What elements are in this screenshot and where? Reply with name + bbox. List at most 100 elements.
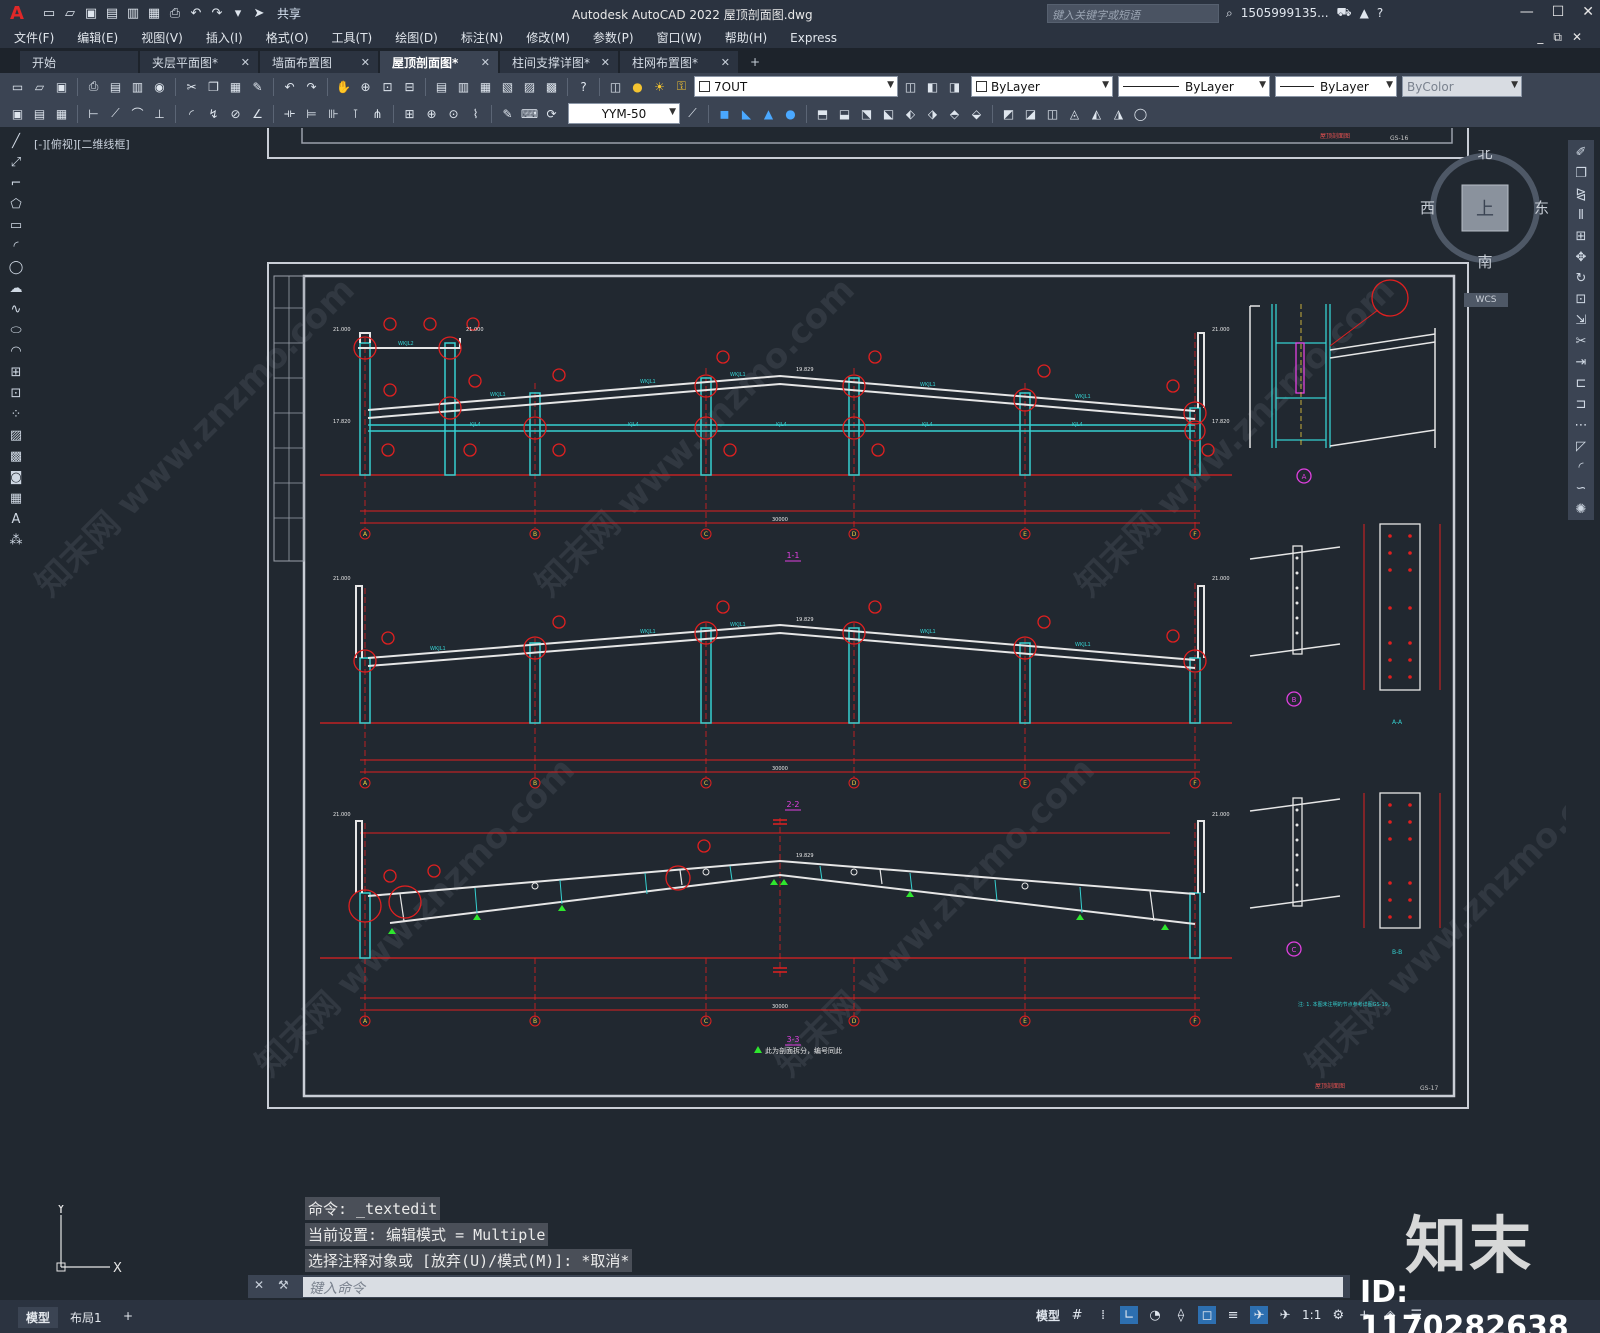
menu-help[interactable]: 帮助(H)	[725, 29, 767, 46]
minimize-icon[interactable]: —	[1520, 4, 1534, 20]
match-prop-icon[interactable]: ✎	[248, 77, 267, 96]
share-icon[interactable]: ➤	[250, 5, 268, 23]
hatch-icon[interactable]: ▨	[7, 426, 25, 444]
presspull-icon[interactable]: ⬓	[835, 104, 854, 123]
annotation-scale[interactable]: 1:1	[1302, 1308, 1321, 1322]
close-icon[interactable]: ✕	[361, 56, 370, 69]
cut-icon[interactable]: ✂	[182, 77, 201, 96]
zoom-previous-icon[interactable]: ⊟	[400, 77, 419, 96]
detail-c[interactable]: C B-B	[1249, 792, 1441, 957]
make-block-icon[interactable]: ▤	[30, 104, 49, 123]
layer-previous-icon[interactable]: ◧	[923, 77, 942, 96]
autocad-logo-icon[interactable]: A	[0, 0, 34, 27]
wedge-icon[interactable]: ◣	[737, 104, 756, 123]
tolerance-icon[interactable]: ⊞	[400, 104, 419, 123]
annotation-visibility-icon[interactable]: ✈	[1250, 1306, 1269, 1324]
menu-parametric[interactable]: 参数(P)	[593, 29, 634, 46]
undo-icon[interactable]: ↶	[187, 5, 205, 23]
menu-modify[interactable]: 修改(M)	[526, 29, 570, 46]
intersect-icon[interactable]: ⬙	[967, 104, 986, 123]
thicken-icon[interactable]: ◪	[1021, 104, 1040, 123]
layer-on-icon[interactable]: ●	[628, 77, 647, 96]
construction-line-icon[interactable]: ⤢	[7, 153, 25, 171]
section-plane-icon[interactable]: ◫	[1043, 104, 1062, 123]
open-file-icon[interactable]: ▱	[61, 5, 79, 23]
close-icon[interactable]: ✕	[254, 1278, 264, 1292]
auto-scale-icon[interactable]: ✈	[1276, 1306, 1294, 1324]
menu-draw[interactable]: 绘图(D)	[395, 29, 438, 46]
quick-dim-icon[interactable]: ⟛	[280, 104, 299, 123]
lineweight-dropdown[interactable]: ByLayer ▼	[1275, 76, 1397, 97]
close-icon[interactable]: ✕	[601, 56, 610, 69]
save-icon[interactable]: ▣	[52, 77, 71, 96]
add-layout-icon[interactable]: +	[115, 1307, 141, 1325]
rectangle-icon[interactable]: ▭	[7, 216, 25, 234]
subtract-icon[interactable]: ⬘	[945, 104, 964, 123]
union-icon[interactable]: ⬗	[923, 104, 942, 123]
search-input[interactable]: 键入关键字或短语	[1047, 4, 1219, 23]
plot-icon[interactable]: ⎙	[84, 77, 103, 96]
offset-icon[interactable]: ⫴	[1572, 206, 1590, 224]
customize-icon[interactable]: ⚒	[278, 1278, 289, 1292]
add-selected-icon[interactable]: ⁂	[7, 531, 25, 549]
trim-icon[interactable]: ✂	[1572, 332, 1590, 350]
diameter-dim-icon[interactable]: ⊘	[226, 104, 245, 123]
color-dropdown[interactable]: ByLayer ▼	[971, 76, 1113, 97]
continue-dim-icon[interactable]: ⊪	[324, 104, 343, 123]
blend-icon[interactable]: ∽	[1572, 479, 1590, 497]
properties-icon[interactable]: ▤	[432, 77, 451, 96]
menu-tools[interactable]: 工具(T)	[332, 29, 373, 46]
ellipse-arc-icon[interactable]: ◠	[7, 342, 25, 360]
layer-lock-icon[interactable]: ⚿	[672, 77, 691, 96]
revcloud-icon[interactable]: ☁	[7, 279, 25, 297]
array-icon[interactable]: ⊞	[1572, 227, 1590, 245]
menu-insert[interactable]: 插入(I)	[206, 29, 243, 46]
rotate-icon[interactable]: ↻	[1572, 269, 1590, 287]
tab-model[interactable]: 模型	[18, 1307, 59, 1328]
jogged-dim-icon[interactable]: ↯	[204, 104, 223, 123]
join-icon[interactable]: ⋯	[1572, 416, 1590, 434]
close-icon[interactable]: ✕	[481, 56, 490, 69]
design-center-icon[interactable]: ▥	[454, 77, 473, 96]
stretch-icon[interactable]: ⇲	[1572, 311, 1590, 329]
new-icon[interactable]: ▭	[8, 77, 27, 96]
3d-align-icon[interactable]: ◮	[1109, 104, 1128, 123]
region-icon[interactable]: ◙	[7, 468, 25, 486]
copy-icon[interactable]: ❐	[1572, 164, 1590, 182]
osnap-icon[interactable]: ◻	[1198, 1306, 1217, 1324]
wcs-button[interactable]: WCS	[1464, 293, 1508, 307]
3d-array-icon[interactable]: ◯	[1131, 104, 1150, 123]
dim-text-edit-icon[interactable]: ⌨	[520, 104, 539, 123]
copy-icon[interactable]: ❐	[204, 77, 223, 96]
move-icon[interactable]: ✥	[1572, 248, 1590, 266]
tab-column-grid[interactable]: 柱网布置图* ✕	[620, 51, 738, 73]
arc-icon[interactable]: ◜	[7, 237, 25, 255]
mirror-icon[interactable]: ⧎	[1572, 185, 1590, 203]
layer-dropdown[interactable]: 7OUT ▼	[694, 76, 898, 97]
save-icon[interactable]: ▣	[82, 5, 100, 23]
cad-drawing[interactable]: 知末网 www.znzmo.com 知末网 www.znzmo.com 知末网 …	[30, 128, 1566, 1268]
tab-roof-section[interactable]: 屋顶剖面图* ✕	[380, 51, 498, 73]
autodesk-app-icon[interactable]: ▲	[1360, 6, 1369, 20]
slice-icon[interactable]: ◩	[999, 104, 1018, 123]
dim-style-manager-icon[interactable]: ⟋	[683, 104, 702, 123]
3d-print-icon[interactable]: ◉	[150, 77, 169, 96]
close-icon[interactable]: ✕	[1582, 4, 1594, 20]
sweep-icon[interactable]: ⬔	[857, 104, 876, 123]
save-as-icon[interactable]: ▤	[103, 5, 121, 23]
dim-edit-icon[interactable]: ✎	[498, 104, 517, 123]
mtext-icon[interactable]: A	[7, 510, 25, 528]
circle-icon[interactable]: ◯	[7, 258, 25, 276]
inspect-icon[interactable]: ⊙	[444, 104, 463, 123]
tab-wall-layout[interactable]: 墙面布置图 ✕	[260, 51, 378, 73]
sphere-icon[interactable]: ●	[781, 104, 800, 123]
loft-icon[interactable]: ⬖	[901, 104, 920, 123]
scale-icon[interactable]: ⊡	[1572, 290, 1590, 308]
make-current-layer-icon[interactable]: ◫	[901, 77, 920, 96]
open-web-icon[interactable]: ▥	[124, 5, 142, 23]
viewcube[interactable]: 上 北 南 西 东	[1420, 144, 1550, 302]
pan-icon[interactable]: ✋	[334, 77, 353, 96]
radius-dim-icon[interactable]: ◜	[182, 104, 201, 123]
model-space-button[interactable]: 模型	[1036, 1307, 1060, 1324]
line-icon[interactable]: ╱	[7, 132, 25, 150]
